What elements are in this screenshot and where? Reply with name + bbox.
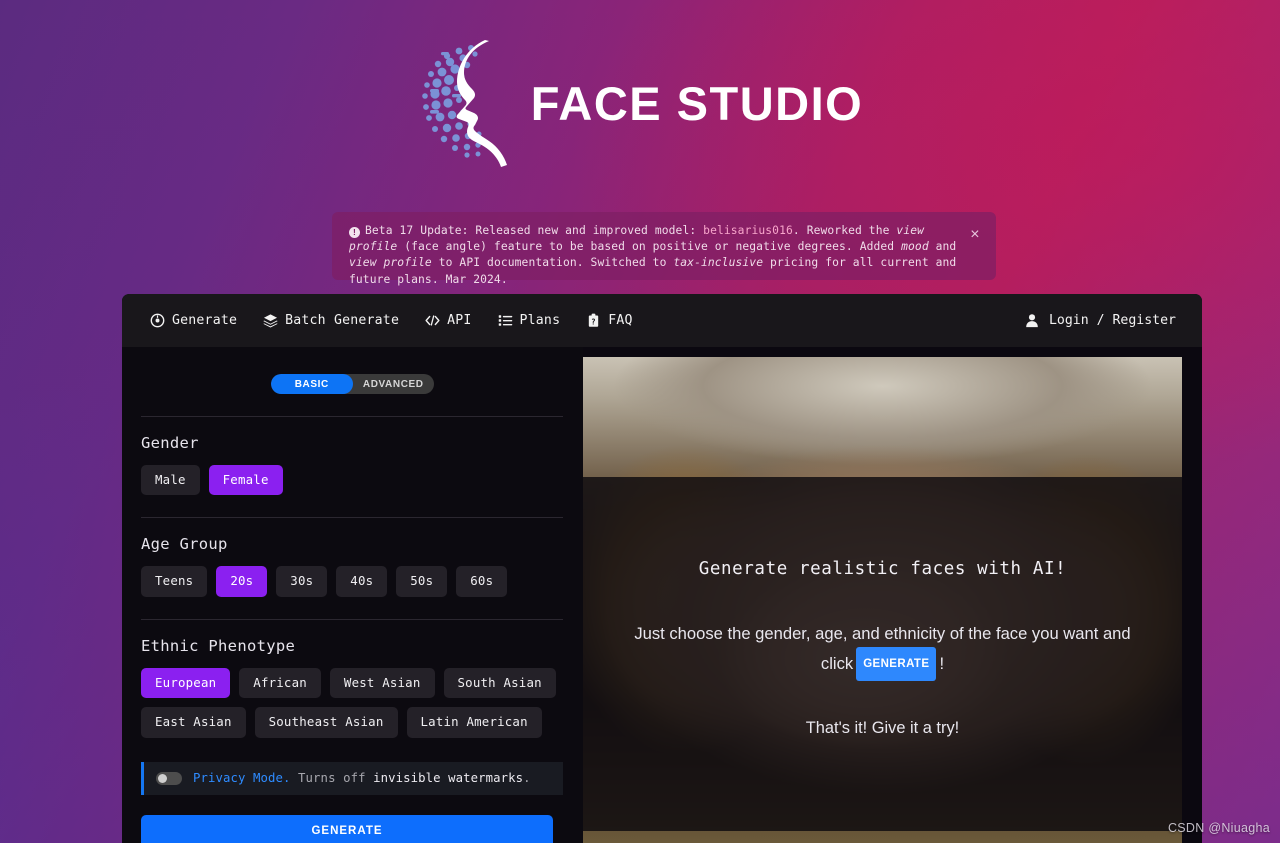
hero-generate-kbd: GENERATE bbox=[856, 647, 937, 681]
gender-group: Gender Male Female bbox=[122, 434, 583, 496]
divider bbox=[141, 618, 563, 620]
ethnic-phenotype-options: European African West Asian South Asian East… bbox=[141, 667, 571, 738]
nav-item-faq[interactable]: ? FAQ bbox=[586, 313, 632, 328]
ethnic-option-african[interactable]: African bbox=[239, 667, 321, 699]
ethnic-option-european[interactable]: European bbox=[141, 667, 231, 699]
nav-label: Batch Generate bbox=[285, 313, 400, 328]
nav-label: Generate bbox=[172, 313, 238, 328]
divider bbox=[141, 416, 563, 417]
divider bbox=[141, 517, 563, 519]
age-option-20s[interactable]: 20s bbox=[216, 566, 268, 597]
user-icon bbox=[1025, 313, 1040, 328]
watermark: CSDN @Niuagha bbox=[1167, 821, 1270, 835]
tab-basic[interactable]: BASIC bbox=[271, 374, 353, 394]
privacy-mode-desc-em: invisible watermarks bbox=[373, 771, 524, 786]
age-group-options: Teens 20s 30s 40s 50s 60s bbox=[141, 566, 571, 597]
nav-label: API bbox=[447, 313, 472, 328]
code-brackets-icon bbox=[425, 313, 440, 328]
age-option-40s[interactable]: 40s bbox=[336, 566, 388, 597]
privacy-mode-desc: Turns off bbox=[290, 771, 374, 786]
privacy-mode-title: Privacy Mode. bbox=[193, 771, 291, 786]
question-badge-icon: ? bbox=[586, 313, 601, 328]
nav-label: FAQ bbox=[608, 313, 633, 328]
main-navigation: Generate Batch Generate API Plans ? FAQ … bbox=[122, 294, 1202, 347]
age-option-teens[interactable]: Teens bbox=[141, 566, 208, 597]
nav-item-generate[interactable]: Generate bbox=[150, 313, 237, 328]
mode-tabs[interactable]: BASIC ADVANCED bbox=[271, 374, 434, 394]
app-content: BASIC ADVANCED Gender Male Female Age Gro… bbox=[122, 347, 1202, 843]
close-icon[interactable]: × bbox=[966, 226, 984, 244]
nav-label: Plans bbox=[519, 313, 561, 328]
update-banner: ! Beta 17 Update: Released new and improv… bbox=[332, 212, 996, 286]
privacy-mode-row: Privacy Mode. Turns off invisible waterm… bbox=[141, 761, 563, 795]
layers-icon bbox=[263, 313, 278, 328]
banner-text: Beta 17 Update: Released new and improve… bbox=[349, 224, 957, 286]
hero-preview: Generate realistic faces with AI! Just c… bbox=[583, 357, 1182, 843]
target-eye-icon bbox=[150, 313, 165, 328]
hero-footer: That's it! Give it a try! bbox=[805, 719, 960, 737]
svg-text:?: ? bbox=[591, 317, 596, 326]
hero-copy: Generate realistic faces with AI! Just c… bbox=[583, 477, 1182, 738]
ethnic-option-south-asian[interactable]: South Asian bbox=[443, 667, 556, 699]
hero-body: Just choose the gender, age, and ethnici… bbox=[619, 621, 1146, 681]
generate-button[interactable]: GENERATE bbox=[141, 814, 553, 843]
info-icon: ! bbox=[349, 227, 360, 238]
hero-headline: Generate realistic faces with AI! bbox=[698, 559, 1067, 579]
age-option-60s[interactable]: 60s bbox=[456, 566, 508, 597]
ethnic-phenotype-label: Ethnic Phenotype bbox=[141, 636, 296, 655]
list-icon bbox=[498, 313, 513, 328]
ethnic-option-southeast-asian[interactable]: Southeast Asian bbox=[254, 707, 398, 738]
app-window: Generate Batch Generate API Plans ? FAQ … bbox=[122, 294, 1202, 843]
preview-panel: Generate realistic faces with AI! Just c… bbox=[583, 347, 1202, 843]
toggle-knob bbox=[158, 773, 167, 783]
hero-body-after: ! bbox=[939, 654, 945, 673]
login-register-button[interactable]: Login / Register bbox=[1025, 294, 1176, 347]
nav-item-api[interactable]: API bbox=[425, 313, 471, 328]
gender-options: Male Female bbox=[141, 465, 571, 496]
logo-wordmark: FACE STUDIO bbox=[530, 76, 864, 130]
ethnic-phenotype-group: Ethnic Phenotype European African West Asi… bbox=[122, 637, 583, 738]
nav-items: Generate Batch Generate API Plans ? FAQ bbox=[150, 313, 633, 328]
privacy-mode-toggle[interactable] bbox=[156, 771, 182, 785]
site-logo[interactable]: FACE STUDIO bbox=[0, 32, 1280, 172]
dotted-sphere-face-profile-logo-icon bbox=[421, 40, 507, 167]
age-option-30s[interactable]: 30s bbox=[276, 566, 328, 597]
ethnic-option-latin-american[interactable]: Latin American bbox=[406, 707, 542, 738]
login-register-label: Login / Register bbox=[1048, 313, 1176, 328]
age-group: Age Group Teens 20s 30s 40s 50s 60s bbox=[122, 535, 583, 597]
privacy-mode-desc-end: . bbox=[523, 771, 531, 786]
age-group-label: Age Group bbox=[141, 535, 228, 554]
privacy-mode-text: Privacy Mode. Turns off invisible waterm… bbox=[193, 771, 531, 785]
ethnic-option-east-asian[interactable]: East Asian bbox=[141, 707, 246, 738]
controls-panel: BASIC ADVANCED Gender Male Female Age Gro… bbox=[122, 347, 583, 843]
age-option-50s[interactable]: 50s bbox=[396, 566, 448, 597]
gender-option-female[interactable]: Female bbox=[208, 465, 283, 496]
gender-option-male[interactable]: Male bbox=[141, 465, 200, 496]
nav-item-batch-generate[interactable]: Batch Generate bbox=[263, 313, 399, 328]
ethnic-option-west-asian[interactable]: West Asian bbox=[329, 667, 435, 699]
gender-label: Gender bbox=[141, 434, 199, 452]
tab-advanced[interactable]: ADVANCED bbox=[353, 374, 435, 394]
nav-item-plans[interactable]: Plans bbox=[498, 313, 561, 328]
